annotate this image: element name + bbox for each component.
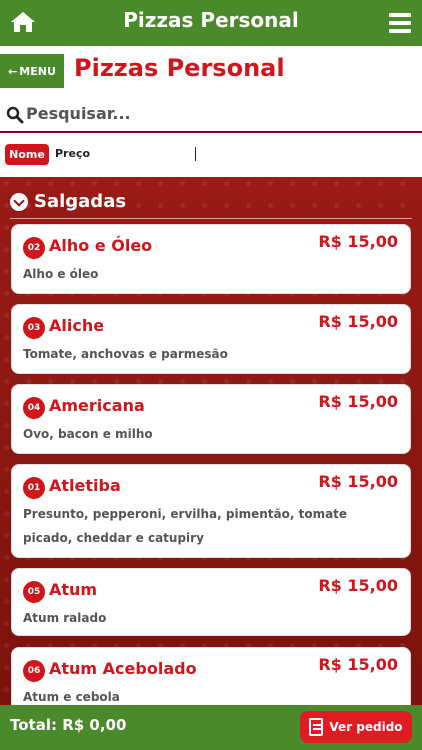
item-code: 01 — [23, 477, 45, 499]
order-total: Total: R$ 0,00 — [10, 716, 127, 734]
menu-list: Salgadas 02 Alho e Óleo R$ 15,00 Alho e … — [0, 177, 422, 705]
back-menu-button[interactable]: ← MENU — [0, 54, 64, 88]
item-name: Atum Acebolado — [49, 659, 197, 678]
view-order-button[interactable]: Ver pedido — [300, 711, 412, 743]
menu-item[interactable]: 05 Atum R$ 15,00 Atum ralado — [11, 568, 411, 636]
document-icon — [309, 718, 324, 736]
item-price: R$ 15,00 — [318, 312, 398, 331]
menu-item[interactable]: 03 Aliche R$ 15,00 Tomate, anchovas e pa… — [11, 304, 411, 374]
item-name: Aliche — [49, 316, 105, 335]
item-price: R$ 15,00 — [318, 392, 398, 411]
menu-item[interactable]: 04 Americana R$ 15,00 Ovo, bacon e milho — [11, 384, 411, 454]
sort-bar: Nome Preço — [0, 133, 422, 177]
arrow-left-icon: ← — [8, 64, 18, 78]
text-cursor — [195, 147, 196, 161]
page-title: Pizzas Personal — [74, 54, 285, 82]
hamburger-icon[interactable] — [389, 13, 411, 33]
view-order-label: Ver pedido — [329, 720, 403, 734]
item-description: Alho e óleo — [23, 267, 99, 281]
item-description: Atum ralado — [23, 611, 107, 625]
item-name: Atletiba — [49, 476, 121, 495]
item-description: Atum e cebola — [23, 690, 120, 704]
search-bar[interactable]: Pesquisar... — [0, 96, 422, 132]
item-code: 04 — [23, 397, 45, 419]
search-input[interactable]: Pesquisar... — [26, 104, 131, 123]
item-description: Presunto, pepperoni, ervilha, pimentão, … — [23, 507, 348, 545]
top-header: Pizzas Personal — [0, 0, 422, 46]
item-name: Americana — [49, 396, 145, 415]
title-bar: ← MENU Pizzas Personal — [0, 46, 422, 96]
app-title: Pizzas Personal — [123, 8, 299, 32]
menu-item[interactable]: 06 Atum Acebolado R$ 15,00 Atum e cebola — [11, 647, 411, 705]
item-price: R$ 15,00 — [318, 232, 398, 251]
item-code: 06 — [23, 660, 45, 682]
item-price: R$ 15,00 — [318, 655, 398, 674]
search-icon — [6, 106, 24, 124]
chevron-down-icon — [10, 192, 28, 211]
item-name: Alho e Óleo — [49, 236, 153, 255]
item-name: Atum — [49, 580, 98, 599]
item-code: 03 — [23, 317, 45, 339]
item-code: 05 — [23, 581, 45, 603]
menu-item[interactable]: 01 Atletiba R$ 15,00 Presunto, pepperoni… — [11, 464, 411, 558]
item-description: Ovo, bacon e milho — [23, 427, 153, 441]
category-label: Salgadas — [34, 191, 127, 212]
item-code: 02 — [23, 237, 45, 259]
menu-item[interactable]: 02 Alho e Óleo R$ 15,00 Alho e óleo — [11, 224, 411, 294]
item-price: R$ 15,00 — [318, 576, 398, 595]
item-description: Tomate, anchovas e parmesão — [23, 347, 228, 361]
category-header[interactable]: Salgadas — [10, 185, 412, 219]
sort-by-name-button[interactable]: Nome — [5, 144, 49, 165]
bottom-bar: Total: R$ 0,00 Ver pedido — [0, 705, 422, 750]
item-price: R$ 15,00 — [318, 472, 398, 491]
sort-by-price-button[interactable]: Preço — [55, 147, 90, 160]
back-menu-label: MENU — [19, 64, 56, 78]
